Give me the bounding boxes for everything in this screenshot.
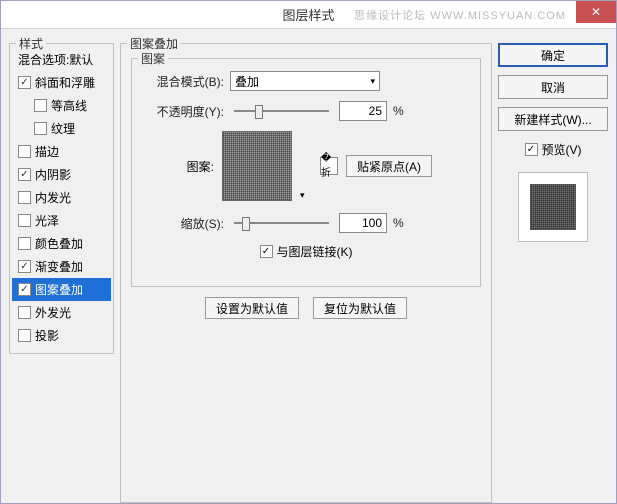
blend-mode-row: 混合模式(B): 叠加 ▾ — [142, 71, 470, 91]
checkbox-icon[interactable] — [18, 145, 31, 158]
checkbox-icon[interactable] — [18, 237, 31, 250]
style-item-label: 纹理 — [51, 120, 75, 137]
style-item-label: 内发光 — [35, 189, 71, 206]
style-item-label: 外发光 — [35, 304, 71, 321]
link-layer-checkbox[interactable]: 与图层链接(K) — [260, 243, 353, 260]
style-item[interactable]: 纹理 — [12, 117, 111, 140]
pattern-swatch[interactable] — [222, 131, 292, 201]
checkbox-icon[interactable] — [18, 214, 31, 227]
preview-swatch — [530, 184, 576, 230]
preview-box — [518, 172, 588, 242]
styles-panel: 样式 混合选项:默认斜面和浮雕等高线纹理描边内阴影内发光光泽颜色叠加渐变叠加图案… — [9, 37, 114, 495]
blend-mode-select[interactable]: 叠加 ▾ — [230, 71, 380, 91]
close-icon: ✕ — [591, 5, 601, 19]
checkbox-icon[interactable] — [34, 122, 47, 135]
opacity-label: 不透明度(Y): — [142, 103, 224, 120]
preview-checkbox[interactable]: 预览(V) — [498, 141, 608, 158]
inner-legend: 图案 — [138, 50, 168, 67]
checkbox-icon[interactable] — [18, 283, 31, 296]
titlebar: 图层样式 思缘设计论坛 WWW.MISSYUAN.COM ✕ — [1, 1, 616, 29]
blend-mode-value: 叠加 — [235, 73, 259, 90]
watermark-text: 思缘设计论坛 WWW.MISSYUAN.COM — [354, 7, 566, 23]
scale-input[interactable] — [339, 213, 387, 233]
scale-slider[interactable] — [234, 222, 329, 224]
link-layer-label: 与图层链接(K) — [277, 243, 353, 260]
default-buttons-row: 设置为默认值 复位为默认值 — [123, 297, 489, 319]
style-item[interactable]: 投影 — [12, 324, 111, 347]
reset-default-button[interactable]: 复位为默认值 — [313, 297, 407, 319]
main-panel: 图案叠加 图案 混合模式(B): 叠加 ▾ 不透明度(Y): — [120, 37, 492, 495]
style-item-label: 光泽 — [35, 212, 59, 229]
opacity-input[interactable] — [339, 101, 387, 121]
opacity-slider-thumb[interactable] — [255, 105, 263, 119]
styles-legend: 样式 — [16, 35, 46, 52]
style-item-label: 内阴影 — [35, 166, 71, 183]
checkbox-icon[interactable] — [18, 191, 31, 204]
style-item-label: 颜色叠加 — [35, 235, 83, 252]
checkbox-icon[interactable] — [18, 76, 31, 89]
scale-row: 缩放(S): % — [142, 213, 470, 233]
checkbox-icon[interactable] — [34, 99, 47, 112]
pattern-fieldset: 图案 混合模式(B): 叠加 ▾ 不透明度(Y): — [131, 58, 481, 287]
pattern-dropdown-icon[interactable]: ▾ — [300, 131, 312, 201]
pattern-row: 图案: ▾ �折 贴紧原点(A) — [142, 131, 470, 201]
opacity-row: 不透明度(Y): % — [142, 101, 470, 121]
style-item-label: 渐变叠加 — [35, 258, 83, 275]
style-item[interactable]: 渐变叠加 — [12, 255, 111, 278]
new-preset-icon[interactable]: �折 — [320, 157, 338, 175]
style-item[interactable]: 外发光 — [12, 301, 111, 324]
scale-unit: % — [393, 216, 404, 230]
blend-mode-label: 混合模式(B): — [142, 73, 224, 90]
style-item[interactable]: 光泽 — [12, 209, 111, 232]
layer-style-dialog: 图层样式 思缘设计论坛 WWW.MISSYUAN.COM ✕ 样式 混合选项:默… — [0, 0, 617, 504]
pattern-label: 图案: — [142, 158, 214, 175]
checkbox-icon[interactable] — [18, 306, 31, 319]
checkbox-icon — [260, 245, 273, 258]
style-item[interactable]: 等高线 — [12, 94, 111, 117]
checkbox-icon[interactable] — [18, 329, 31, 342]
style-list: 混合选项:默认斜面和浮雕等高线纹理描边内阴影内发光光泽颜色叠加渐变叠加图案叠加外… — [12, 48, 111, 347]
scale-slider-thumb[interactable] — [242, 217, 250, 231]
link-layer-row: 与图层链接(K) — [142, 243, 470, 260]
chevron-down-icon: ▾ — [370, 76, 375, 87]
checkbox-icon — [525, 143, 538, 156]
window-title: 图层样式 — [282, 5, 334, 24]
new-style-button[interactable]: 新建样式(W)... — [498, 107, 608, 131]
checkbox-icon[interactable] — [18, 168, 31, 181]
checkbox-icon[interactable] — [18, 260, 31, 273]
cancel-button[interactable]: 取消 — [498, 75, 608, 99]
close-button[interactable]: ✕ — [576, 1, 616, 23]
style-item[interactable]: 内阴影 — [12, 163, 111, 186]
style-item-label: 图案叠加 — [35, 281, 83, 298]
style-item-label: 等高线 — [51, 97, 87, 114]
ok-button[interactable]: 确定 — [498, 43, 608, 67]
preview-label: 预览(V) — [542, 141, 582, 158]
right-panel: 确定 取消 新建样式(W)... 预览(V) — [498, 37, 608, 495]
styles-fieldset: 样式 混合选项:默认斜面和浮雕等高线纹理描边内阴影内发光光泽颜色叠加渐变叠加图案… — [9, 43, 114, 354]
snap-origin-button[interactable]: 贴紧原点(A) — [346, 155, 432, 177]
pattern-overlay-fieldset: 图案叠加 图案 混合模式(B): 叠加 ▾ 不透明度(Y): — [120, 43, 492, 503]
opacity-unit: % — [393, 104, 404, 118]
opacity-slider[interactable] — [234, 110, 329, 112]
style-item-label: 斜面和浮雕 — [35, 74, 95, 91]
scale-label: 缩放(S): — [142, 215, 224, 232]
style-item[interactable]: 斜面和浮雕 — [12, 71, 111, 94]
set-default-button[interactable]: 设置为默认值 — [205, 297, 299, 319]
dialog-body: 样式 混合选项:默认斜面和浮雕等高线纹理描边内阴影内发光光泽颜色叠加渐变叠加图案… — [1, 29, 616, 503]
style-item[interactable]: 内发光 — [12, 186, 111, 209]
style-item[interactable]: 颜色叠加 — [12, 232, 111, 255]
style-item[interactable]: 描边 — [12, 140, 111, 163]
style-item[interactable]: 图案叠加 — [12, 278, 111, 301]
style-item-label: 投影 — [35, 327, 59, 344]
style-item-label: 描边 — [35, 143, 59, 160]
